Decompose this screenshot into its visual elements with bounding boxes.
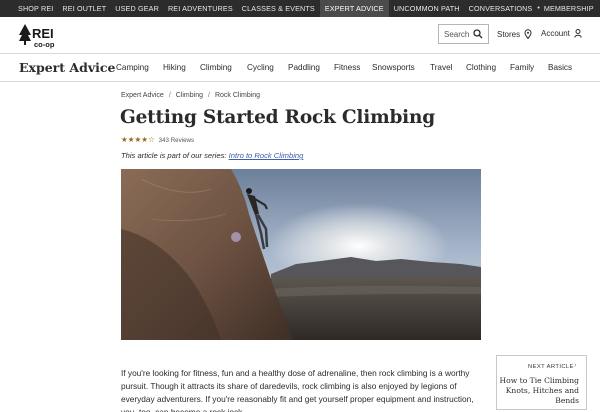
series-note: This article is part of our series: Intr… [121,151,303,160]
topbar-link-used-gear[interactable]: USED GEAR [115,0,159,17]
hero-photo-climber [121,169,481,340]
account-link[interactable]: Account [541,29,582,38]
breadcrumb-rock-climbing[interactable]: Rock Climbing [215,92,260,99]
star-full-icon: ★ [127,135,135,144]
next-article-card[interactable]: NEXT ARTICLE › How to Tie Climbing Knots… [496,355,587,410]
topbar-link-conversations[interactable]: CONVERSATIONS [469,0,533,17]
breadcrumb-climbing[interactable]: Climbing [176,92,203,99]
expert-advice-nav: Expert Advice Camping Hiking Climbing Cy… [0,53,600,82]
map-pin-icon [524,29,532,39]
next-article-title[interactable]: How to Tie Climbing Knots, Hitches and B… [499,376,579,406]
search-icon[interactable] [473,29,483,39]
chevron-right-icon: › [574,362,577,369]
star-rating: ★ ★ ★ ★ ☆ [121,136,155,144]
topbar-link-shop-rei[interactable]: SHOP REI [18,0,53,17]
star-full-icon: ★ [134,135,142,144]
nav-category-clothing[interactable]: Clothing [466,63,496,72]
article-intro-paragraph: If you're looking for fitness, fun and a… [121,368,474,412]
nav-category-family[interactable]: Family [510,63,534,72]
nav-category-fitness[interactable]: Fitness [334,63,360,72]
nav-category-camping[interactable]: Camping [116,63,149,72]
search-box[interactable]: Search [438,24,489,44]
topbar-link-rei-adventures[interactable]: REI ADVENTURES [168,0,233,17]
logo-wordmark: REI [32,26,54,41]
nav-category-cycling[interactable]: Cycling [247,63,274,72]
logo-coop-text: co-op [34,40,55,49]
series-link[interactable]: Intro to Rock Climbing [229,151,304,160]
main-header: REI co-op Search Stores Account [0,17,600,53]
nav-category-basics[interactable]: Basics [548,63,572,72]
star-full-icon: ★ [141,135,148,144]
stores-link[interactable]: Stores [497,29,532,39]
rei-coop-logo[interactable]: REI co-op [19,24,63,49]
topbar-link-expert-advice[interactable]: EXPERT ADVICE [319,0,389,17]
account-label: Account [541,29,570,38]
topbar-link-rei-outlet[interactable]: REI OUTLET [62,0,106,17]
breadcrumb-separator: / [168,92,171,99]
nav-category-snowsports[interactable]: Snowsports [372,63,415,72]
star-half-icon: ☆ [147,135,155,144]
topbar-separator-dot: • [537,5,540,12]
climber-photo-illustration [121,169,481,340]
article-rating[interactable]: ★ ★ ★ ★ ☆ 343 Reviews [121,136,194,144]
star-full-icon: ★ [121,135,128,144]
user-icon [574,29,582,38]
nav-category-hiking[interactable]: Hiking [163,63,186,72]
reviews-count[interactable]: 343 Reviews [159,137,194,144]
topbar-link-uncommon-path[interactable]: UNCOMMON PATH [394,0,460,17]
nav-category-climbing[interactable]: Climbing [200,63,232,72]
next-article-label: NEXT ARTICLE [528,364,574,370]
topbar-link-classes-events[interactable]: CLASSES & EVENTS [242,0,315,17]
stores-label: Stores [497,29,521,39]
breadcrumb-separator: / [208,92,210,99]
search-placeholder: Search [444,29,470,39]
expert-advice-title[interactable]: Expert Advice [19,60,115,75]
series-prefix: This article is part of our series: [121,151,227,160]
top-utility-bar: SHOP REI REI OUTLET USED GEAR REI ADVENT… [0,0,600,17]
page-title: Getting Started Rock Climbing [120,107,435,128]
rei-logo-icon: REI co-op [19,24,55,49]
breadcrumb: Expert Advice / Climbing / Rock Climbing [121,92,260,99]
nav-category-paddling[interactable]: Paddling [288,63,320,72]
breadcrumb-expert-advice[interactable]: Expert Advice [121,92,164,99]
topbar-link-membership[interactable]: MEMBERSHIP [544,0,594,17]
nav-category-travel[interactable]: Travel [430,63,452,72]
